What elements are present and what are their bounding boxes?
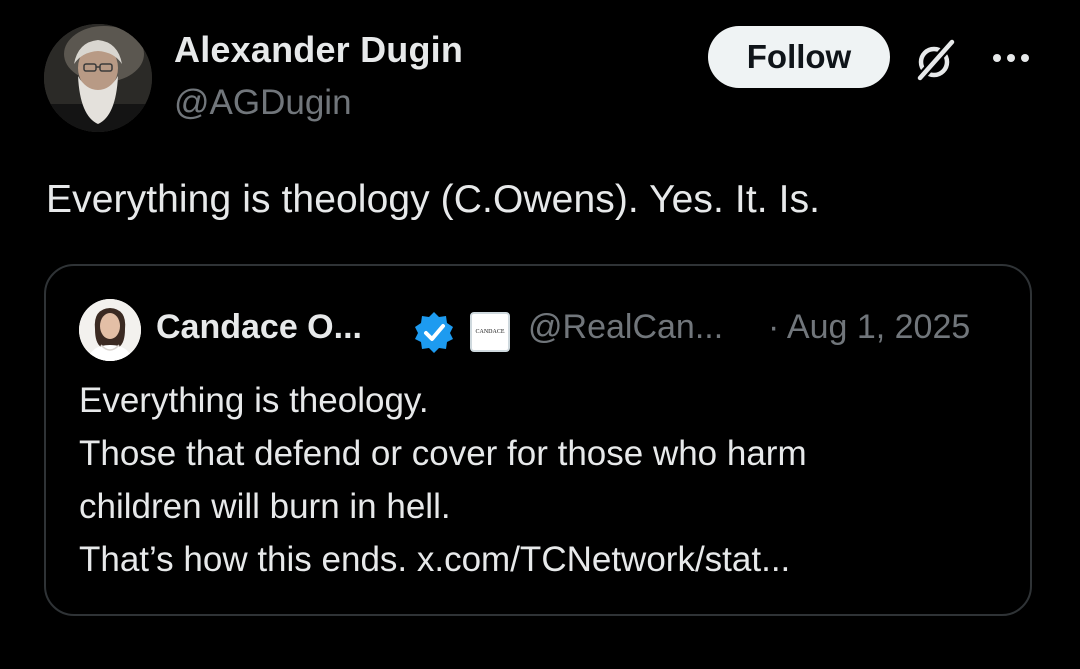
affiliate-badge-icon[interactable]: CANDACE <box>470 312 510 352</box>
quoted-tweet-date[interactable]: · Aug 1, 2025 <box>768 308 970 347</box>
verified-badge-icon <box>415 312 453 353</box>
tweet-text: Everything is theology (C.Owens). Yes. I… <box>46 178 821 221</box>
follow-button[interactable]: Follow <box>708 26 890 88</box>
quoted-text-line: children will burn in hell. <box>79 487 451 526</box>
quoted-tweet-card[interactable]: Candace O... CANDACE @RealCan... · Aug 1… <box>44 264 1032 616</box>
quoted-text-line: Everything is theology. <box>79 381 429 420</box>
author-avatar[interactable] <box>44 24 152 132</box>
quoted-tweet-text: Everything is theology. Those that defen… <box>79 374 1009 586</box>
author-display-name[interactable]: Alexander Dugin <box>174 29 463 71</box>
more-icon[interactable] <box>990 48 1032 68</box>
tweet: Alexander Dugin @AGDugin Follow Everythi… <box>0 0 1080 669</box>
quoted-text-line: Those that defend or cover for those who… <box>79 434 807 473</box>
quoted-author-name[interactable]: Candace O... <box>156 308 362 347</box>
quoted-author-avatar[interactable] <box>79 299 141 361</box>
author-handle[interactable]: @AGDugin <box>174 83 352 123</box>
author-avatar-image <box>44 24 152 132</box>
quoted-text-line: That’s how this ends. x.com/TCNetwork/st… <box>79 540 791 579</box>
quoted-author-avatar-image <box>79 299 141 361</box>
quoted-author-handle[interactable]: @RealCan... <box>528 308 723 347</box>
grok-icon[interactable] <box>912 36 960 84</box>
